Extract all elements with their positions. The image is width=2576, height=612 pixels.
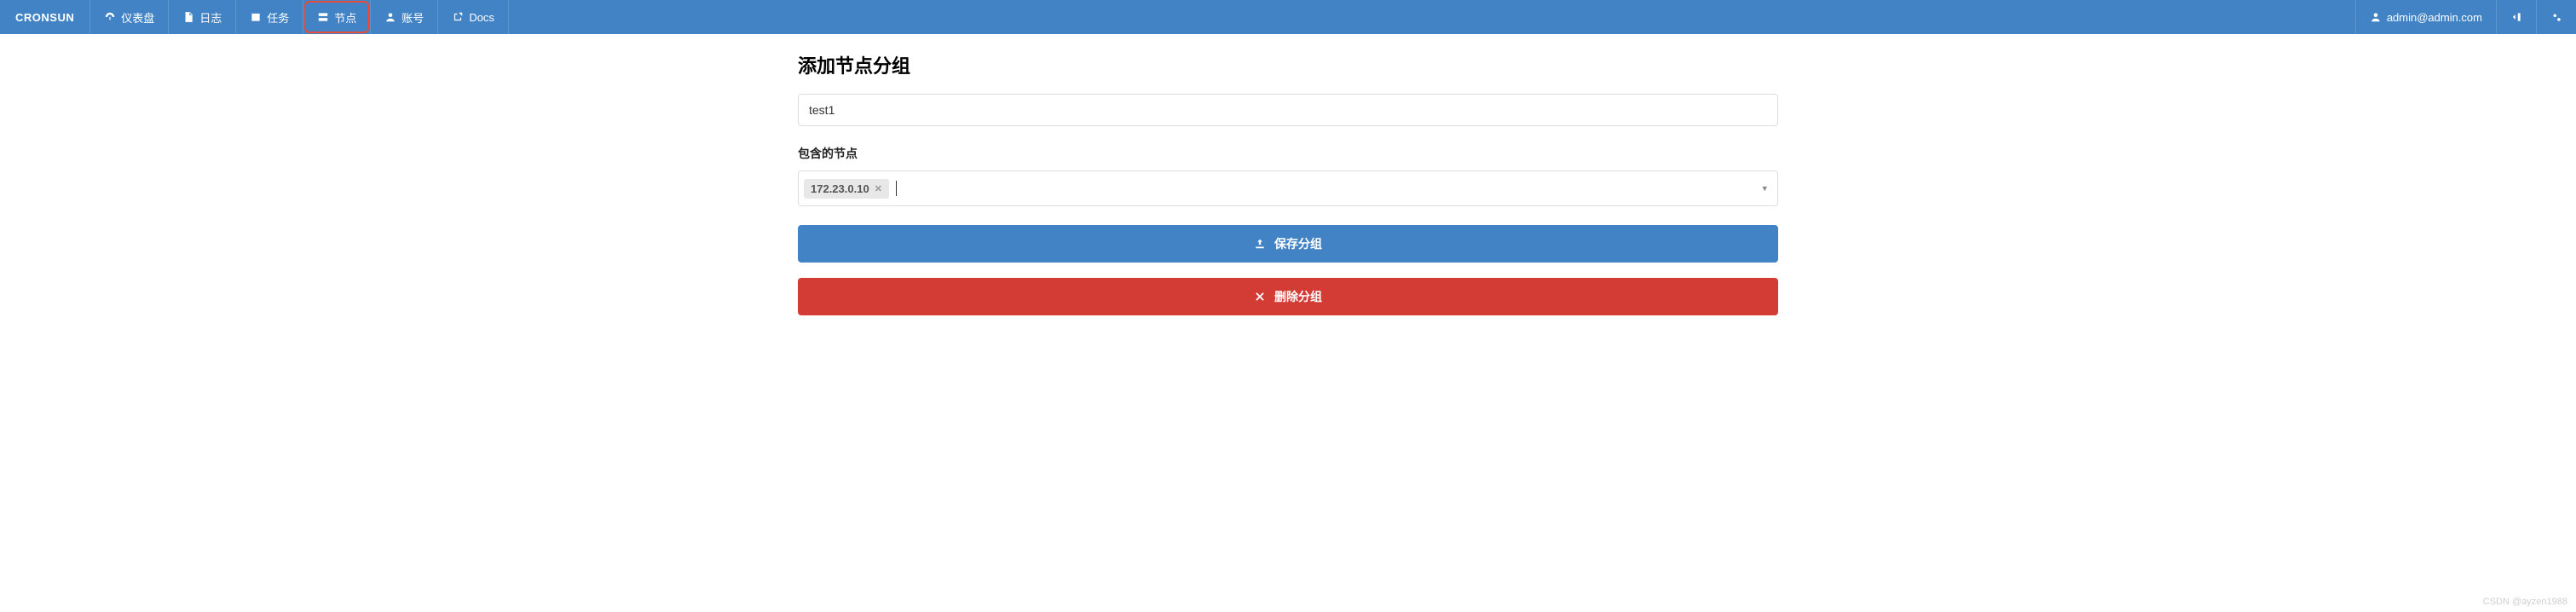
nav-node[interactable]: 节点 bbox=[303, 0, 371, 34]
nav-label: 日志 bbox=[199, 9, 222, 26]
nav-settings[interactable] bbox=[2536, 0, 2576, 34]
calendar-icon bbox=[250, 11, 262, 23]
nav-label: 节点 bbox=[334, 9, 356, 26]
nav-right: admin@admin.com bbox=[2355, 0, 2576, 34]
brand[interactable]: CRONSUN bbox=[0, 0, 90, 34]
group-name-input[interactable] bbox=[798, 94, 1778, 126]
gears-icon bbox=[2550, 11, 2562, 23]
remove-tag-icon[interactable]: ✕ bbox=[875, 183, 882, 194]
dashboard-icon bbox=[104, 11, 116, 23]
watermark: CSDN @ayzen1988 bbox=[2483, 597, 2567, 607]
nav-job[interactable]: 任务 bbox=[236, 0, 303, 34]
user-email: admin@admin.com bbox=[2387, 11, 2482, 24]
nav-logout[interactable] bbox=[2496, 0, 2536, 34]
server-icon bbox=[317, 11, 329, 23]
main-container: 添加节点分组 包含的节点 172.23.0.10 ✕ ▾ 保存分组 删除分组 bbox=[789, 34, 1787, 365]
nav-label: 账号 bbox=[401, 9, 424, 26]
nav-label: 任务 bbox=[267, 9, 289, 26]
nav-spacer bbox=[509, 0, 2355, 34]
nav-log[interactable]: 日志 bbox=[169, 0, 236, 34]
nodes-label: 包含的节点 bbox=[798, 145, 1778, 162]
navbar: CRONSUN 仪表盘 日志 任务 节点 账号 Docs admin@admin… bbox=[0, 0, 2576, 34]
nav-account[interactable]: 账号 bbox=[371, 0, 438, 34]
delete-label: 删除分组 bbox=[1274, 288, 1322, 305]
nav-label: 仪表盘 bbox=[121, 9, 154, 26]
selected-node-label: 172.23.0.10 bbox=[811, 182, 869, 195]
nav-dashboard[interactable]: 仪表盘 bbox=[90, 0, 169, 34]
delete-group-button[interactable]: 删除分组 bbox=[798, 278, 1778, 315]
text-cursor bbox=[896, 181, 897, 196]
nav-user[interactable]: admin@admin.com bbox=[2355, 0, 2496, 34]
user-icon bbox=[2370, 11, 2382, 23]
chevron-down-icon[interactable]: ▾ bbox=[1762, 183, 1767, 194]
nav-label: Docs bbox=[469, 11, 494, 24]
nav-docs[interactable]: Docs bbox=[438, 0, 509, 34]
upload-icon bbox=[1254, 238, 1266, 250]
close-icon bbox=[1254, 291, 1266, 303]
nodes-multiselect[interactable]: 172.23.0.10 ✕ ▾ bbox=[798, 170, 1778, 206]
save-group-button[interactable]: 保存分组 bbox=[798, 225, 1778, 263]
selected-node-tag[interactable]: 172.23.0.10 ✕ bbox=[804, 179, 889, 199]
page-title: 添加节点分组 bbox=[798, 51, 1778, 78]
external-link-icon bbox=[452, 11, 464, 23]
logout-icon bbox=[2510, 11, 2522, 23]
user-icon bbox=[384, 11, 396, 23]
file-icon bbox=[182, 11, 194, 23]
save-label: 保存分组 bbox=[1274, 235, 1322, 252]
